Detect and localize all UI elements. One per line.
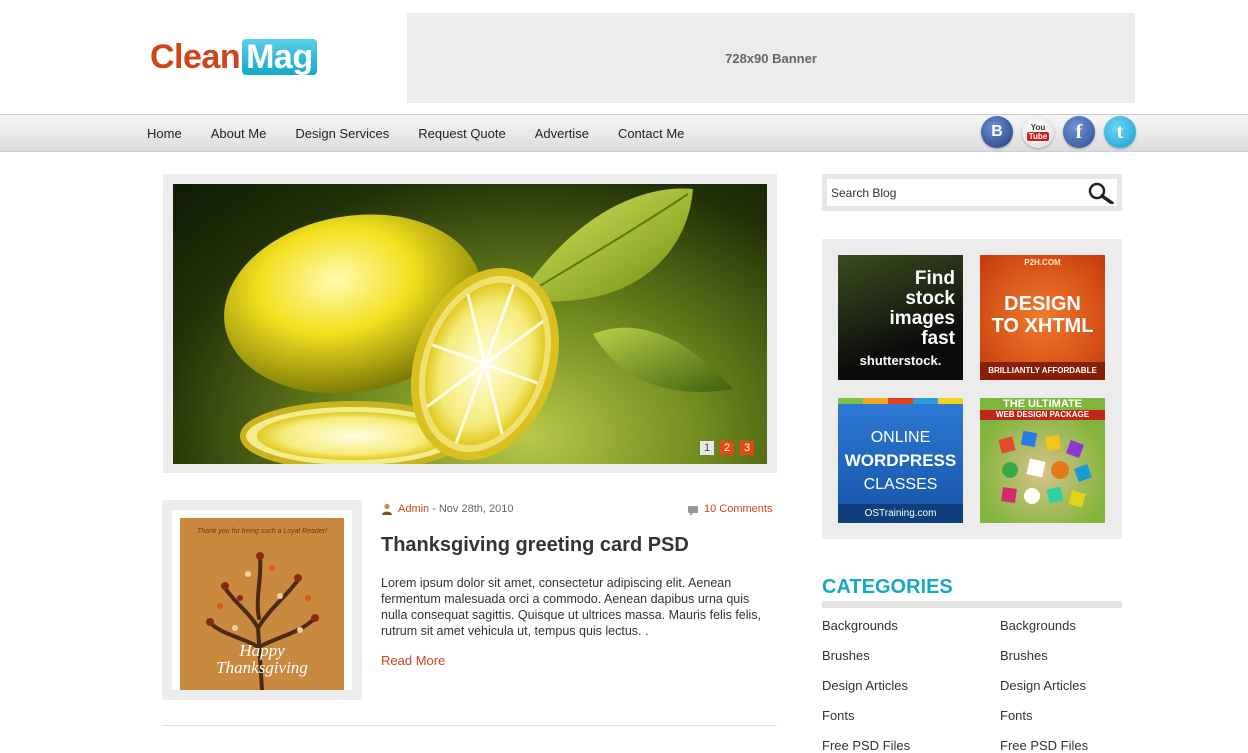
search-box (822, 174, 1122, 211)
ad-ostraining-stripe (838, 398, 963, 404)
site-logo[interactable]: Clean Mag (150, 38, 317, 76)
ad-ostraining-line3: CLASSES (863, 476, 938, 493)
nav-contact-me[interactable]: Contact Me (618, 126, 684, 141)
post-author-link[interactable]: Admin (398, 503, 429, 515)
facebook-icon[interactable]: f (1063, 116, 1095, 148)
ad-shutterstock-brand: shutterstock. (859, 353, 942, 368)
nav-home[interactable]: Home (147, 126, 182, 141)
search-input[interactable] (831, 183, 1071, 202)
ad-p2h-line1: DESIGN (1004, 293, 1081, 315)
user-icon (382, 503, 392, 515)
search-icon[interactable] (1085, 182, 1115, 204)
post-thumbnail[interactable]: Thank you for being such a Loyal Reader!… (162, 500, 362, 700)
nav-design-services[interactable]: Design Services (295, 126, 389, 141)
social-links: B You Tube f t (981, 116, 1145, 148)
slider-page-1[interactable]: 1 (700, 441, 714, 455)
ad-p2h-line2: TO XHTML (991, 315, 1094, 337)
category-brushes[interactable]: Brushes (822, 648, 870, 663)
post-excerpt: Lorem ipsum dolor sit amet, consectetur … (381, 576, 762, 638)
category-fonts[interactable]: Fonts (1000, 708, 1033, 723)
categories-rule (822, 601, 1122, 608)
banner-label: 728x90 Banner (725, 50, 817, 66)
ad-p2h-top: P2H.COM (1024, 258, 1061, 267)
ad-shutterstock-headline: Find stock images fast (890, 269, 955, 349)
youtube-icon[interactable]: You Tube (1022, 116, 1054, 148)
ad-shutterstock-line2: stock (905, 288, 955, 309)
card-greeting-line1: Happy (239, 641, 285, 660)
ad-shutterstock-line3: images (889, 308, 955, 329)
facebook-letter: f (1075, 120, 1083, 143)
ad-p2h[interactable]: P2H.COM DESIGN TO XHTML BRILLIANTLY AFFO… (980, 255, 1105, 380)
youtube-you: You (1030, 123, 1046, 132)
top-banner-ad[interactable]: 728x90 Banner (407, 13, 1135, 103)
sidebar-ads: Find stock images fast shutterstock. P2H… (822, 239, 1122, 539)
comment-bubble-icon (688, 505, 698, 516)
post-comments-link[interactable]: 10 Comments (688, 503, 773, 516)
read-more-link[interactable]: Read More (381, 653, 445, 668)
ad-wdp-line1: THE ULTIMATE (1002, 398, 1083, 410)
post-date: Nov 28th, 2010 (438, 503, 514, 515)
ad-shutterstock[interactable]: Find stock images fast shutterstock. (838, 255, 963, 380)
slider-page-3[interactable]: 3 (740, 441, 754, 455)
meta-separator: - (432, 503, 436, 515)
blogger-letter: B (991, 123, 1003, 140)
ad-wdp-line2: WEB DESIGN PACKAGE (980, 410, 1105, 420)
ad-ostraining-line1: ONLINE (870, 429, 931, 446)
category-backgrounds[interactable]: Backgrounds (1000, 618, 1076, 633)
comments-count: 10 Comments (704, 503, 773, 515)
post-title[interactable]: Thanksgiving greeting card PSD (381, 534, 689, 557)
ad-ostraining-line2: WORDPRESS (838, 449, 963, 473)
ad-ostraining-url: OSTraining.com (838, 504, 963, 523)
post-divider (162, 725, 777, 726)
blogger-icon[interactable]: B (981, 116, 1013, 148)
main-nav: Home About Me Design Services Request Qu… (147, 115, 713, 151)
category-design-articles[interactable]: Design Articles (822, 678, 908, 693)
thanksgiving-card-image: Thank you for being such a Loyal Reader!… (180, 518, 344, 690)
lemon-illustration (224, 188, 733, 464)
slider-page-2[interactable]: 2 (720, 441, 734, 455)
slider-pager: 1 2 3 (700, 441, 760, 455)
logo-mag-text: Mag (242, 39, 317, 75)
ad-web-design-package[interactable]: THE ULTIMATE WEB DESIGN PACKAGE (980, 398, 1105, 523)
category-fonts[interactable]: Fonts (822, 708, 855, 723)
ad-shutterstock-line4: fast (921, 328, 955, 349)
search-inner (827, 179, 1117, 206)
nav-about-me[interactable]: About Me (211, 126, 267, 141)
category-design-articles[interactable]: Design Articles (1000, 678, 1086, 693)
ad-ostraining-headline: ONLINE WORDPRESS CLASSES (838, 426, 963, 496)
category-backgrounds[interactable]: Backgrounds (822, 618, 898, 633)
logo-clean-text: Clean (150, 38, 241, 76)
ad-p2h-bottom: BRILLIANTLY AFFORDABLE (980, 362, 1105, 380)
slider-image[interactable]: 1 2 3 (173, 184, 767, 464)
ad-p2h-headline: DESIGN TO XHTML (980, 293, 1105, 337)
youtube-tube: Tube (1026, 132, 1050, 141)
featured-slider: 1 2 3 (163, 174, 777, 473)
categories-heading: CATEGORIES (822, 576, 953, 598)
nav-advertise[interactable]: Advertise (535, 126, 589, 141)
card-top-text: Thank you for being such a Loyal Reader! (197, 528, 327, 535)
nav-request-quote[interactable]: Request Quote (418, 126, 505, 141)
ad-ostraining[interactable]: ONLINE WORDPRESS CLASSES OSTraining.com (838, 398, 963, 523)
twitter-icon[interactable]: t (1104, 116, 1136, 148)
category-brushes[interactable]: Brushes (1000, 648, 1048, 663)
main-navbar: Home About Me Design Services Request Qu… (0, 114, 1248, 152)
card-greeting: Happy Thanksgiving (180, 642, 344, 676)
thumbnail-frame: Thank you for being such a Loyal Reader!… (172, 510, 352, 690)
ad-ostraining-line2-bold: WORDPRESS (844, 451, 957, 470)
twitter-letter: t (1116, 120, 1124, 143)
post-meta: Admin - Nov 28th, 2010 (381, 503, 513, 515)
ad-shutterstock-line1: Find (914, 268, 955, 289)
card-greeting-line2: Thanksgiving (216, 658, 308, 677)
